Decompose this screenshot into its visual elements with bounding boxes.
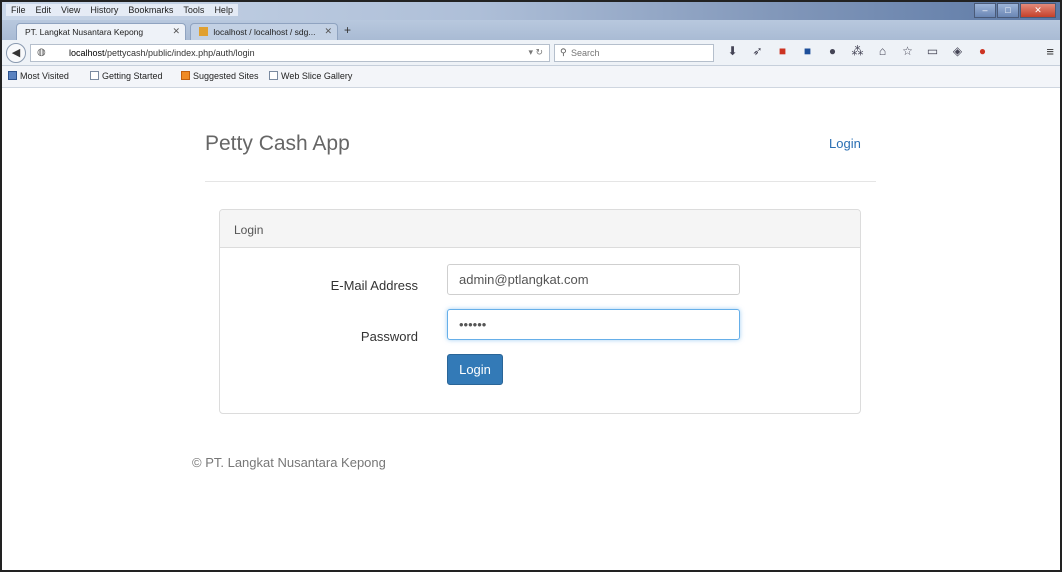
search-icon: ⚲ (560, 47, 567, 57)
minimize-button[interactable]: – (974, 3, 996, 18)
tab-strip: PT. Langkat Nusantara Kepong ✕ localhost… (2, 20, 1060, 40)
password-label: Password (360, 329, 418, 344)
bookmark-getting-started[interactable]: Getting Started (90, 71, 163, 81)
bookmarks-menu-icon[interactable]: ▭ (920, 44, 945, 58)
tab-label: PT. Langkat Nusantara Kepong (25, 27, 144, 37)
toolbar-icons: ⬇ ➶ ■ ■ ● ⁂ ⌂ ☆ ▭ ◈ ● (720, 44, 995, 58)
browser-window: File Edit View History Bookmarks Tools H… (0, 0, 1062, 572)
menu-bookmarks[interactable]: Bookmarks (123, 4, 179, 16)
page-icon (269, 71, 278, 80)
nav-login-link[interactable]: Login (829, 136, 861, 151)
window-controls: – □ ✕ (974, 3, 1056, 18)
new-tab-icon[interactable]: + (344, 23, 351, 37)
most-visited-icon (8, 71, 17, 80)
login-panel: Login E-Mail Address Password Login (219, 209, 861, 414)
password-field[interactable] (447, 309, 740, 340)
nav-bar: ◀ ◍ localhost/pettycash/public/index.php… (2, 40, 1060, 66)
search-bar[interactable]: ⚲ (554, 44, 714, 62)
tab-active[interactable]: PT. Langkat Nusantara Kepong ✕ (16, 23, 186, 40)
ghost-icon[interactable]: ● (820, 44, 845, 58)
header-divider (205, 181, 876, 182)
bookmarks-bar: Most Visited Getting Started Suggested S… (2, 66, 1060, 88)
back-arrow-icon[interactable]: ◀ (6, 43, 26, 63)
menu-bar: File Edit View History Bookmarks Tools H… (6, 4, 238, 16)
addon-icon[interactable]: ● (970, 44, 995, 58)
suggested-sites-icon (181, 71, 190, 80)
footer-copyright: © PT. Langkat Nusantara Kepong (192, 455, 386, 470)
menu-edit[interactable]: Edit (30, 4, 57, 16)
pocket-icon[interactable]: ◈ (945, 44, 970, 58)
tab-label: localhost / localhost / sdg... (213, 27, 316, 37)
page-content: Petty Cash App Login Login E-Mail Addres… (2, 89, 1060, 570)
menu-history[interactable]: History (85, 4, 124, 16)
login-button[interactable]: Login (447, 354, 503, 385)
tab-phpmyadmin[interactable]: localhost / localhost / sdg... ✕ (190, 23, 338, 40)
zotero-icon[interactable]: ■ (770, 44, 795, 58)
bookmark-star-icon[interactable]: ☆ (895, 44, 920, 58)
email-field[interactable] (447, 264, 740, 295)
page-icon (90, 71, 99, 80)
panel-heading: Login (220, 210, 860, 248)
close-tab-icon[interactable]: ✕ (172, 26, 180, 37)
panel-title: Login (234, 223, 264, 237)
save-icon[interactable]: ■ (795, 44, 820, 58)
url-text: localhost/pettycash/public/index.php/aut… (69, 48, 255, 58)
extension-icon[interactable]: ⁂ (845, 44, 870, 58)
menu-view[interactable]: View (56, 4, 86, 16)
hamburger-menu-icon[interactable]: ≡ (1046, 44, 1054, 59)
download-icon[interactable]: ⬇ (720, 44, 745, 58)
menu-file[interactable]: File (6, 4, 31, 16)
home-icon[interactable]: ⌂ (870, 44, 895, 58)
title-bar: File Edit View History Bookmarks Tools H… (2, 2, 1060, 20)
close-tab-icon[interactable]: ✕ (324, 26, 332, 37)
url-bar[interactable]: ◍ localhost/pettycash/public/index.php/a… (30, 44, 550, 62)
site-identity-icon[interactable]: ◍ (37, 47, 46, 58)
app-brand[interactable]: Petty Cash App (205, 132, 350, 156)
send-icon[interactable]: ➶ (745, 44, 770, 58)
bookmark-web-slice-gallery[interactable]: Web Slice Gallery (269, 71, 352, 81)
search-input[interactable] (571, 46, 711, 60)
menu-help[interactable]: Help (209, 4, 238, 16)
maximize-button[interactable]: □ (997, 3, 1019, 18)
menu-tools[interactable]: Tools (178, 4, 210, 16)
reload-icon[interactable]: ▾ ↻ (528, 47, 543, 58)
phpmyadmin-favicon-icon (199, 27, 208, 36)
email-label: E-Mail Address (330, 278, 418, 293)
close-window-button[interactable]: ✕ (1020, 3, 1056, 18)
bookmark-most-visited[interactable]: Most Visited (8, 71, 69, 81)
bookmark-suggested-sites[interactable]: Suggested Sites (181, 71, 259, 81)
